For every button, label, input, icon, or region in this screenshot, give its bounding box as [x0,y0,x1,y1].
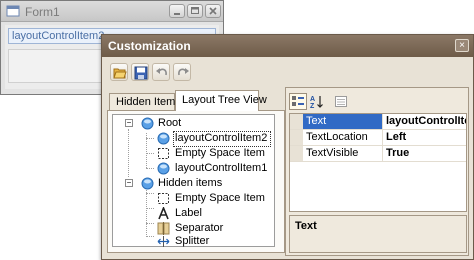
close-icon [209,7,217,15]
tree-node-label-item[interactable]: Label [113,207,273,220]
customization-window[interactable]: Customization × Hidden Items Layout Tree… [101,34,474,260]
property-description-title: Text [295,220,317,232]
property-value[interactable]: True [383,146,466,161]
tab-layout-tree-view[interactable]: Layout Tree View [175,90,267,111]
tree-node-label: Label [175,207,202,219]
maximize-button[interactable] [187,4,203,18]
property-value[interactable]: layoutControlItem2 [383,114,466,129]
tree-node-label: Separator [175,222,224,234]
tree-node-label: layoutControlItem1 [175,162,268,174]
redo-button[interactable] [173,63,191,81]
tree-node-label: layoutControlItem2 [175,132,268,144]
empty-space-icon [158,148,169,159]
layout-group-icon [141,177,154,190]
customization-close-button[interactable]: × [455,39,469,52]
svg-text:A: A [310,96,315,103]
tree-node-hidden-empty-space-item[interactable]: Empty Space Item [113,192,273,205]
tree-node-splitter[interactable]: Splitter [113,235,273,248]
undo-button[interactable] [152,63,170,81]
property-grid: Text layoutControlItem2 TextLocation Lef… [289,113,467,212]
tree-node-label: Root [158,117,182,129]
redo-icon [178,68,189,76]
property-pages-icon [335,96,347,107]
open-button[interactable] [110,63,128,81]
tab-hidden-items[interactable]: Hidden Items [109,93,181,111]
layout-tree-panel: − Root layoutControlItem2 Empty Space It… [107,110,285,253]
tree-node-root[interactable]: − Root [113,117,273,130]
collapse-toggle-icon[interactable]: − [125,119,133,127]
layout-tree-view[interactable]: − Root layoutControlItem2 Empty Space It… [112,114,275,247]
layout-item-icon [157,132,170,145]
property-row-text-location[interactable]: TextLocation Left [290,130,466,146]
maximize-icon [191,7,199,14]
property-name: TextLocation [303,130,383,145]
customization-title: Customization [108,39,191,53]
layout-item-icon [157,162,170,175]
customization-title-bar[interactable]: Customization × [102,35,473,57]
tree-node-layout-control-item-1[interactable]: layoutControlItem1 [113,162,273,175]
tree-node-layout-control-item-2[interactable]: layoutControlItem2 [113,131,273,147]
tree-node-hidden-items[interactable]: − Hidden items [113,177,273,190]
form1-title: Form1 [25,5,60,19]
save-button[interactable] [131,63,149,81]
property-name: TextVisible [303,146,383,161]
property-grid-panel: A Z Text layoutControlItem2 TextLocation [285,87,469,256]
tree-node-empty-space-item[interactable]: Empty Space Item [113,147,273,160]
form1-title-bar[interactable]: Form1 [1,1,223,22]
categorized-button[interactable] [289,93,307,110]
svg-text:Z: Z [310,103,315,109]
layout-control-item-label: layoutControlItem2 [12,30,105,42]
tab-hidden-items-label: Hidden Items [116,96,181,108]
layout-group-icon [141,117,154,130]
tree-node-label: Hidden items [158,177,223,189]
save-icon [134,66,148,80]
splitter-icon [157,236,170,247]
tree-node-label: Splitter [175,235,210,247]
property-name: Text [303,114,383,129]
property-pages-button[interactable] [332,93,350,110]
property-row-text-visible[interactable]: TextVisible True [290,146,466,162]
tree-node-label: Empty Space Item [175,192,265,204]
app-icon [6,5,20,17]
alphabetical-sort-icon: A Z [310,96,323,109]
collapse-toggle-icon[interactable]: − [125,179,133,187]
alphabetical-button[interactable]: A Z [308,93,326,110]
empty-space-icon [158,193,169,204]
tab-layout-tree-view-label: Layout Tree View [182,94,267,106]
property-row-text[interactable]: Text layoutControlItem2 [290,114,466,130]
close-icon: × [459,40,465,51]
tree-node-label: Empty Space Item [175,147,265,159]
property-description-panel: Text [289,215,467,253]
close-button[interactable] [205,4,221,18]
categorized-icon [292,96,304,106]
minimize-icon [174,13,180,15]
label-icon [158,207,169,220]
property-value[interactable]: Left [383,130,466,145]
separator-icon [157,222,170,235]
undo-icon [156,68,167,76]
minimize-button[interactable] [169,4,185,18]
tree-node-separator[interactable]: Separator [113,222,273,235]
open-icon [113,68,127,79]
